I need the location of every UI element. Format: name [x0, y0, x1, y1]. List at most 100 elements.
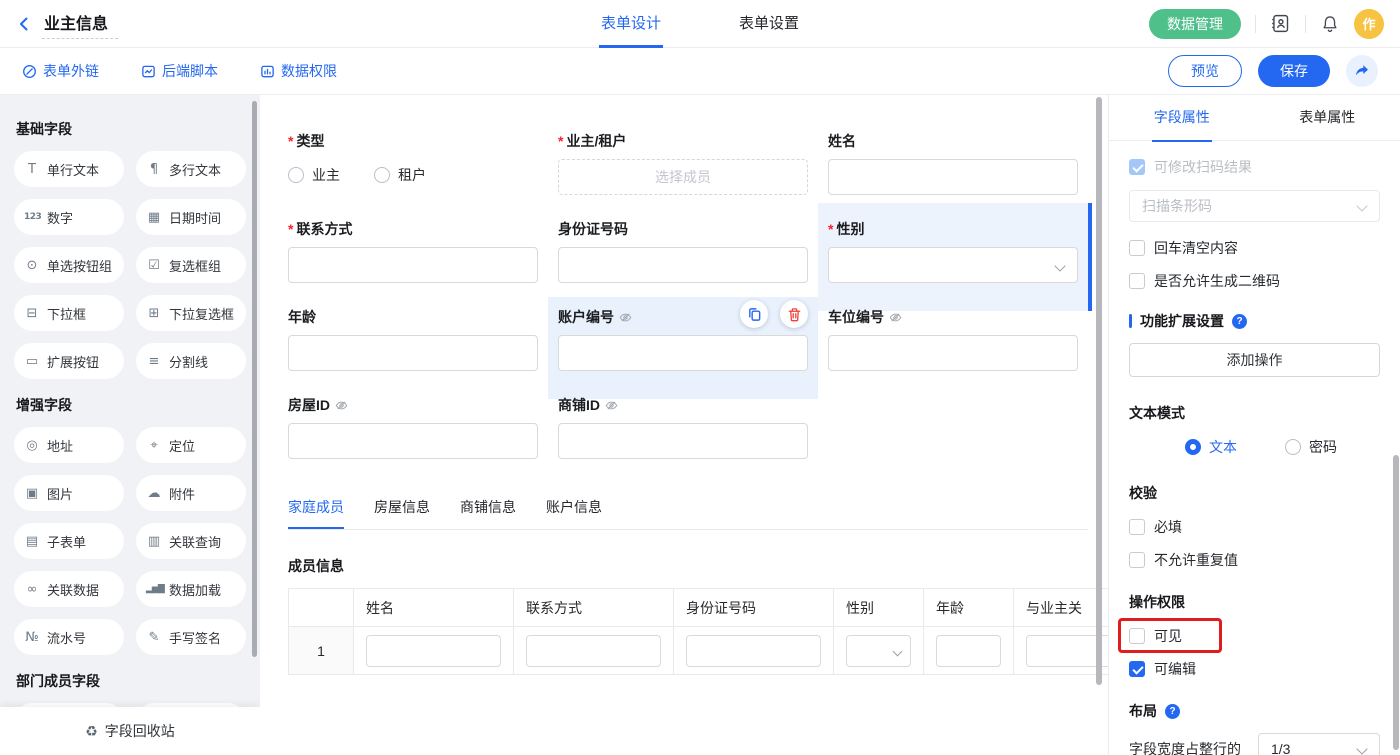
- age-input[interactable]: [288, 335, 538, 371]
- back-button[interactable]: [16, 16, 32, 32]
- field-width-select[interactable]: 1/3: [1258, 733, 1380, 755]
- scan-mode-select[interactable]: 扫描条形码: [1129, 190, 1380, 222]
- field-contact[interactable]: *联系方式: [288, 219, 538, 307]
- palette-item-location[interactable]: ⌖定位: [136, 427, 246, 463]
- add-action-button[interactable]: 添加操作: [1129, 343, 1380, 377]
- top-header: 业主信息 表单设计 表单设置 数据管理 作: [0, 0, 1400, 48]
- idcard-input[interactable]: [558, 247, 808, 283]
- house-id-input[interactable]: [288, 423, 538, 459]
- help-icon[interactable]: ?: [1232, 314, 1247, 329]
- palette-item-single-line-text[interactable]: T单行文本: [14, 151, 124, 187]
- subtab-house[interactable]: 房屋信息: [374, 497, 430, 529]
- data-permission-icon: [260, 64, 275, 79]
- checkbox-clear-on-enter[interactable]: 回车清空内容: [1129, 238, 1380, 258]
- field-type[interactable]: *类型 业主 租户: [288, 131, 538, 219]
- field-recycle-bin[interactable]: ♻ 字段回收站: [0, 707, 260, 755]
- field-parking-no[interactable]: 车位编号: [828, 307, 1078, 395]
- field-idcard[interactable]: 身份证号码: [558, 219, 808, 307]
- parking-no-input[interactable]: [828, 335, 1078, 371]
- field-account-no[interactable]: 账户编号: [558, 307, 808, 395]
- data-manage-button[interactable]: 数据管理: [1149, 9, 1241, 39]
- page-title[interactable]: 业主信息: [42, 8, 118, 39]
- tab-form-settings[interactable]: 表单设置: [737, 0, 801, 48]
- cell-gender-select[interactable]: [846, 635, 911, 667]
- canvas-scrollbar[interactable]: [1096, 97, 1102, 685]
- checkbox-editable[interactable]: 可编辑: [1129, 659, 1380, 679]
- radio-text-mode[interactable]: 文本: [1185, 437, 1237, 457]
- delete-field-button[interactable]: [780, 300, 808, 328]
- palette-item-relation-query[interactable]: ▥关联查询: [136, 523, 246, 559]
- name-input[interactable]: [828, 159, 1078, 195]
- field-palette-sidebar: 基础字段 T单行文本 ¶多行文本 123数字 ▦日期时间 ⊙单选按钮组 ☑复选框…: [0, 95, 260, 755]
- palette-item-multi-line-text[interactable]: ¶多行文本: [136, 151, 246, 187]
- sidebar-scrollbar[interactable]: [252, 101, 257, 657]
- field-owner-tenant[interactable]: *业主/租户 选择成员: [558, 131, 808, 219]
- checkbox-visible[interactable]: 可见: [1129, 626, 1182, 646]
- external-link-button[interactable]: 表单外链: [22, 61, 99, 81]
- checkbox-no-duplicate[interactable]: 不允许重复值: [1129, 550, 1380, 570]
- palette-item-divider[interactable]: ≡分割线: [136, 343, 246, 379]
- subtab-shop[interactable]: 商铺信息: [460, 497, 516, 529]
- checkbox-modify-scan-result[interactable]: 可修改扫码结果: [1129, 157, 1380, 177]
- subtab-account[interactable]: 账户信息: [546, 497, 602, 529]
- tab-field-properties[interactable]: 字段属性: [1109, 95, 1255, 140]
- palette-item-multi-select[interactable]: ⊞下拉复选框: [136, 295, 246, 331]
- contacts-button[interactable]: [1270, 13, 1291, 34]
- checkbox-required[interactable]: 必填: [1129, 517, 1380, 537]
- radio-tenant[interactable]: 租户: [374, 165, 426, 185]
- palette-item-radio-group[interactable]: ⊙单选按钮组: [14, 247, 124, 283]
- palette-item-attachment[interactable]: ☁附件: [136, 475, 246, 511]
- share-button[interactable]: [1346, 55, 1378, 87]
- palette-item-datetime[interactable]: ▦日期时间: [136, 199, 246, 235]
- cell-age-input[interactable]: [936, 635, 1001, 667]
- palette-item-serial-number[interactable]: №流水号: [14, 619, 124, 655]
- section-title-enhanced: 增强字段: [16, 395, 244, 415]
- field-shop-id[interactable]: 商铺ID: [558, 395, 808, 483]
- layout-title: 布局: [1129, 701, 1157, 721]
- palette-item-signature[interactable]: ✎手写签名: [136, 619, 246, 655]
- palette-item-checkbox-group[interactable]: ☑复选框组: [136, 247, 246, 283]
- save-button[interactable]: 保存: [1258, 55, 1330, 87]
- user-avatar[interactable]: 作: [1354, 9, 1384, 39]
- multi-line-text-icon: ¶: [146, 162, 162, 177]
- panel-scrollbar[interactable]: [1393, 455, 1399, 750]
- field-age[interactable]: 年龄: [288, 307, 538, 395]
- gender-select[interactable]: [828, 247, 1078, 283]
- notifications-button[interactable]: [1320, 14, 1340, 34]
- divider-icon: ≡: [146, 354, 162, 369]
- cell-name-input[interactable]: [366, 635, 501, 667]
- tab-form-design[interactable]: 表单设计: [599, 0, 663, 48]
- cell-contact-input[interactable]: [526, 635, 661, 667]
- recycle-icon: ♻: [85, 723, 98, 740]
- cell-idcard-input[interactable]: [686, 635, 821, 667]
- subtab-family[interactable]: 家庭成员: [288, 497, 344, 529]
- palette-item-number[interactable]: 123数字: [14, 199, 124, 235]
- member-picker[interactable]: 选择成员: [558, 159, 808, 195]
- copy-field-button[interactable]: [740, 300, 768, 328]
- tab-form-properties[interactable]: 表单属性: [1255, 95, 1400, 140]
- palette-item-data-load[interactable]: ▂▅▇数据加载: [136, 571, 246, 607]
- data-permission-button[interactable]: 数据权限: [260, 61, 337, 81]
- copy-icon: [747, 307, 762, 322]
- account-no-input[interactable]: [558, 335, 808, 371]
- help-icon[interactable]: ?: [1165, 704, 1180, 719]
- palette-item-address[interactable]: ◎地址: [14, 427, 124, 463]
- radio-owner[interactable]: 业主: [288, 165, 340, 185]
- shop-id-input[interactable]: [558, 423, 808, 459]
- palette-item-select[interactable]: ⊟下拉框: [14, 295, 124, 331]
- trash-icon: [787, 307, 802, 322]
- col-age: 年龄: [924, 589, 1014, 627]
- palette-item-subform[interactable]: ▤子表单: [14, 523, 124, 559]
- backend-script-button[interactable]: 后端脚本: [141, 61, 218, 81]
- radio-password-mode[interactable]: 密码: [1285, 437, 1337, 457]
- palette-item-relation-data[interactable]: ∞关联数据: [14, 571, 124, 607]
- checkbox-allow-qrcode[interactable]: 是否允许生成二维码: [1129, 271, 1380, 291]
- preview-button[interactable]: 预览: [1168, 55, 1242, 87]
- field-gender[interactable]: *性别: [828, 219, 1078, 307]
- palette-item-image[interactable]: ▣图片: [14, 475, 124, 511]
- share-arrow-icon: [1354, 63, 1370, 79]
- contact-input[interactable]: [288, 247, 538, 283]
- field-house-id[interactable]: 房屋ID: [288, 395, 538, 483]
- eye-off-icon: [605, 399, 618, 412]
- palette-item-extend-button[interactable]: ▭扩展按钮: [14, 343, 124, 379]
